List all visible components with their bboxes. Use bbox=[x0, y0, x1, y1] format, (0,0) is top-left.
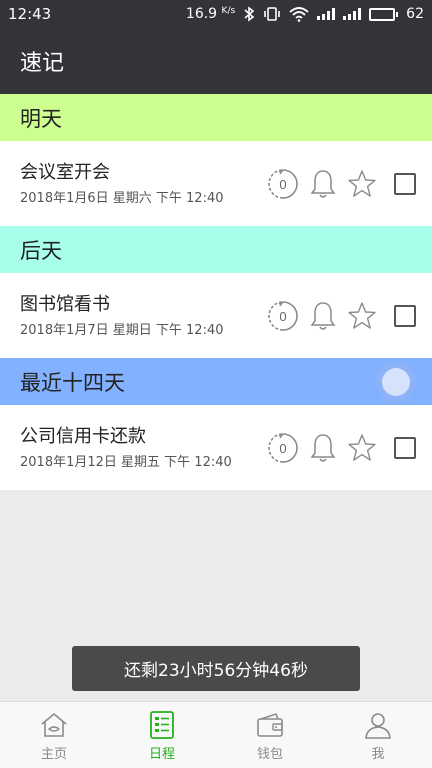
group-header-label: 明天 bbox=[20, 106, 62, 131]
bell-icon[interactable] bbox=[308, 167, 338, 201]
nav-label: 我 bbox=[371, 746, 385, 762]
touch-indicator bbox=[382, 367, 410, 396]
net-speed-unit: K/s bbox=[221, 6, 236, 16]
nav-label: 钱包 bbox=[256, 746, 283, 762]
person-icon bbox=[365, 712, 391, 739]
net-speed-value: 16.9 bbox=[185, 6, 218, 22]
home-icon bbox=[41, 712, 67, 737]
task-text[interactable]: 会议室开会 2018年1月6日 星期六 下午 12:40 bbox=[0, 161, 266, 206]
group-header-label: 最近十四天 bbox=[20, 370, 125, 395]
status-time: 12:43 bbox=[8, 5, 52, 23]
net-speed: 16.9 K/s bbox=[186, 6, 235, 22]
task-row[interactable]: 图书馆看书 2018年1月7日 星期日 下午 12:40 0 bbox=[0, 273, 432, 358]
bell-icon[interactable] bbox=[308, 431, 338, 465]
bluetooth-icon bbox=[244, 6, 255, 22]
wallet-icon bbox=[257, 712, 283, 737]
vibrate-icon bbox=[264, 7, 280, 21]
group-header-label: 后天 bbox=[20, 238, 62, 263]
signal-icon bbox=[317, 8, 336, 20]
task-row[interactable]: 会议室开会 2018年1月6日 星期六 下午 12:40 0 bbox=[0, 141, 432, 226]
repeat-count: 0 bbox=[279, 441, 286, 456]
nav-item-me[interactable]: 我 bbox=[324, 702, 432, 768]
wifi-icon bbox=[289, 7, 309, 22]
task-row[interactable]: 公司信用卡还款 2018年1月12日 星期五 下午 12:40 0 bbox=[0, 405, 432, 490]
repeat-icon[interactable]: 0 bbox=[266, 299, 300, 333]
task-date: 2018年1月7日 星期日 下午 12:40 bbox=[20, 323, 224, 338]
task-date: 2018年1月6日 星期六 下午 12:40 bbox=[20, 191, 224, 206]
star-icon[interactable] bbox=[346, 300, 378, 332]
app-bar: 速记 bbox=[0, 28, 432, 94]
signal-4g-icon bbox=[343, 8, 362, 20]
toast-text: 还剩23小时56分钟46秒 bbox=[124, 661, 308, 681]
battery-percent: 62 bbox=[406, 6, 424, 22]
group-header-next-fourteen-days: 最近十四天 bbox=[0, 358, 432, 405]
page-title: 速记 bbox=[20, 51, 65, 76]
bottom-nav: 主页 日程 钱包 我 bbox=[0, 701, 432, 768]
star-icon[interactable] bbox=[346, 168, 378, 200]
battery-icon bbox=[369, 7, 399, 21]
task-checkbox[interactable] bbox=[394, 172, 416, 195]
nav-item-home[interactable]: 主页 bbox=[0, 702, 108, 768]
nav-label: 日程 bbox=[148, 746, 175, 762]
countdown-toast: 还剩23小时56分钟46秒 bbox=[72, 646, 360, 691]
repeat-count: 0 bbox=[279, 309, 286, 324]
nav-label: 主页 bbox=[40, 746, 67, 762]
repeat-icon[interactable]: 0 bbox=[266, 431, 300, 465]
nav-item-wallet[interactable]: 钱包 bbox=[216, 702, 324, 768]
group-header-day-after-tomorrow: 后天 bbox=[0, 226, 432, 273]
task-text[interactable]: 公司信用卡还款 2018年1月12日 星期五 下午 12:40 bbox=[0, 425, 266, 470]
star-icon[interactable] bbox=[346, 432, 378, 464]
task-text[interactable]: 图书馆看书 2018年1月7日 星期日 下午 12:40 bbox=[0, 293, 266, 338]
task-title: 公司信用卡还款 bbox=[20, 426, 146, 447]
task-date: 2018年1月12日 星期五 下午 12:40 bbox=[20, 455, 232, 470]
repeat-icon[interactable]: 0 bbox=[266, 167, 300, 201]
status-bar: 12:43 16.9 K/s 62 bbox=[0, 0, 432, 28]
task-title: 会议室开会 bbox=[20, 162, 110, 183]
schedule-icon bbox=[150, 710, 174, 739]
task-checkbox[interactable] bbox=[394, 304, 416, 327]
nav-item-schedule[interactable]: 日程 bbox=[108, 702, 216, 768]
schedule-list: 明天 会议室开会 2018年1月6日 星期六 下午 12:40 0 后天 图书馆… bbox=[0, 94, 432, 490]
task-title: 图书馆看书 bbox=[20, 294, 110, 315]
task-checkbox[interactable] bbox=[394, 436, 416, 459]
group-header-tomorrow: 明天 bbox=[0, 94, 432, 141]
bell-icon[interactable] bbox=[308, 299, 338, 333]
repeat-count: 0 bbox=[279, 177, 286, 192]
